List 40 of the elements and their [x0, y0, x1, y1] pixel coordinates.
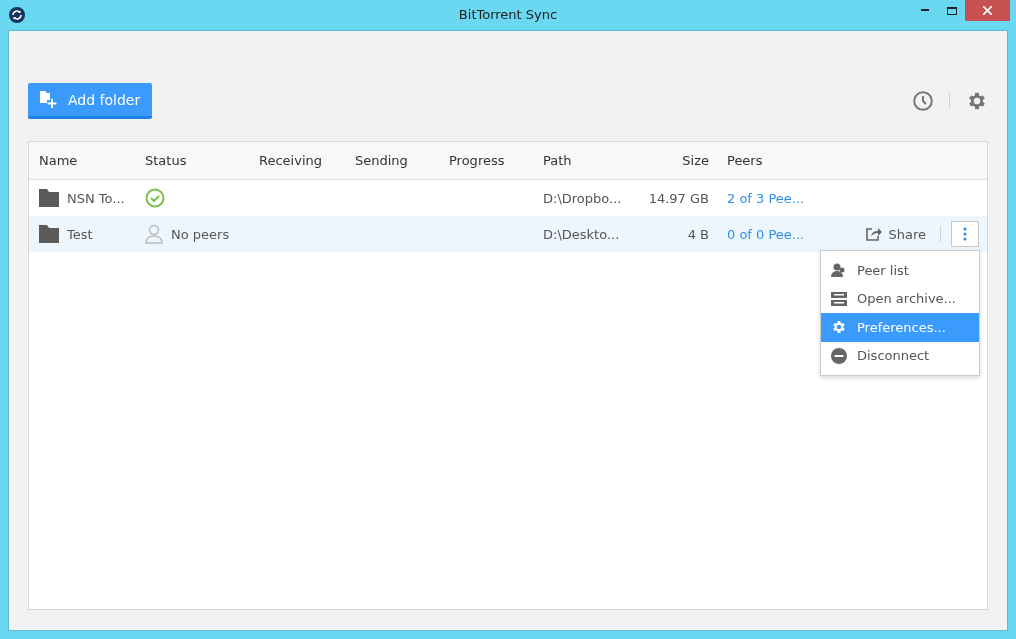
status-text: No peers: [171, 226, 230, 242]
folder-plus-icon: [40, 91, 58, 108]
maximize-icon: [946, 6, 957, 15]
column-header: Name: [39, 153, 79, 168]
folder-icon: [39, 189, 59, 207]
close-button[interactable]: [965, 0, 1010, 21]
folder-name: NSN To...: [67, 190, 125, 206]
column-header: Progress: [449, 153, 506, 168]
settings-icon: [831, 319, 847, 336]
share-button[interactable]: Share: [862, 226, 930, 242]
window-title: BitTorrent Sync: [458, 7, 558, 22]
folder-name: Test: [67, 226, 93, 242]
sync-logo-icon: [9, 7, 25, 23]
close-icon: [983, 6, 992, 15]
column-header: Path: [543, 153, 573, 168]
folder-path: D:\Dropbo...: [543, 190, 623, 206]
menu-item[interactable]: Disconnect: [821, 341, 979, 370]
minimize-icon: [920, 9, 929, 12]
minus-circle-icon: [831, 347, 847, 364]
column-header: Status: [145, 153, 188, 168]
clock-icon[interactable]: [913, 91, 933, 111]
column-header: Size: [681, 153, 710, 168]
more-icon: [963, 227, 967, 241]
archive-icon: [831, 291, 847, 306]
column-header: Peers: [727, 153, 764, 168]
folder-path: D:\Deskto...: [543, 226, 621, 242]
folder-size: 14.97 GB: [647, 190, 710, 206]
check-circle-icon: [145, 188, 165, 208]
share-icon: [866, 227, 883, 241]
people-icon: [831, 262, 847, 279]
folder-size: 4 B: [686, 226, 710, 242]
menu-item[interactable]: Open archive...: [821, 284, 979, 313]
menu-item[interactable]: Peer list: [821, 256, 979, 285]
folder-icon: [39, 225, 59, 243]
column-header: Sending: [355, 153, 409, 168]
folder-row[interactable]: Test No peers D:\Deskto... 4 B 0 of 0 Pee... Share: [29, 216, 987, 252]
peers-link[interactable]: 2 of 3 Pee...: [727, 190, 820, 206]
column-header: Receiving: [259, 153, 323, 168]
person-icon: [145, 224, 163, 244]
settings-icon[interactable]: [966, 90, 988, 112]
